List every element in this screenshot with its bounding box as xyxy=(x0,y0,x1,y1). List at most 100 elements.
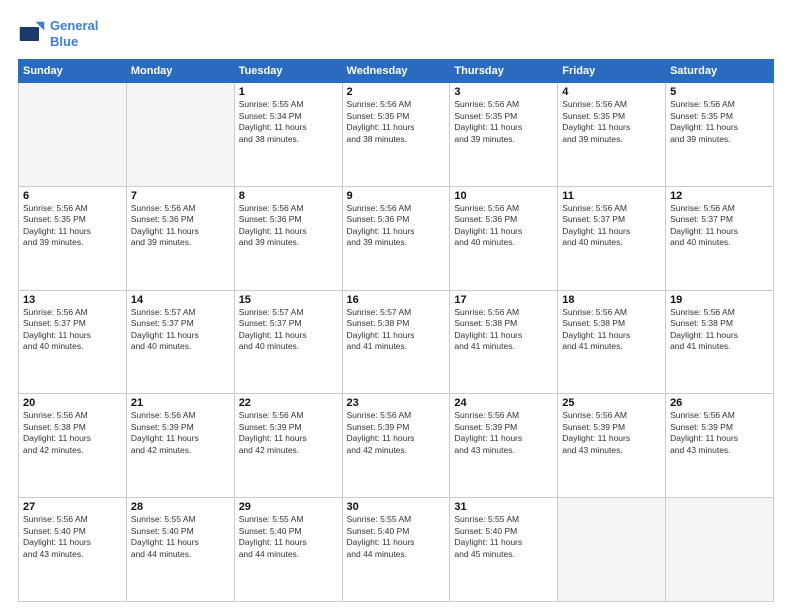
day-info: Sunrise: 5:55 AM Sunset: 5:40 PM Dayligh… xyxy=(239,514,338,560)
calendar-cell: 4Sunrise: 5:56 AM Sunset: 5:35 PM Daylig… xyxy=(558,83,666,187)
day-info: Sunrise: 5:56 AM Sunset: 5:39 PM Dayligh… xyxy=(562,410,661,456)
calendar-cell: 11Sunrise: 5:56 AM Sunset: 5:37 PM Dayli… xyxy=(558,186,666,290)
day-number: 16 xyxy=(347,294,446,306)
calendar-cell: 25Sunrise: 5:56 AM Sunset: 5:39 PM Dayli… xyxy=(558,394,666,498)
calendar-cell: 8Sunrise: 5:56 AM Sunset: 5:36 PM Daylig… xyxy=(234,186,342,290)
day-number: 10 xyxy=(454,190,553,202)
calendar-cell: 16Sunrise: 5:57 AM Sunset: 5:38 PM Dayli… xyxy=(342,290,450,394)
day-info: Sunrise: 5:57 AM Sunset: 5:38 PM Dayligh… xyxy=(347,307,446,353)
day-header-thursday: Thursday xyxy=(450,60,558,83)
day-number: 9 xyxy=(347,190,446,202)
day-info: Sunrise: 5:56 AM Sunset: 5:38 PM Dayligh… xyxy=(670,307,769,353)
calendar-cell: 10Sunrise: 5:56 AM Sunset: 5:36 PM Dayli… xyxy=(450,186,558,290)
day-info: Sunrise: 5:55 AM Sunset: 5:40 PM Dayligh… xyxy=(131,514,230,560)
calendar-cell: 14Sunrise: 5:57 AM Sunset: 5:37 PM Dayli… xyxy=(126,290,234,394)
calendar-cell: 6Sunrise: 5:56 AM Sunset: 5:35 PM Daylig… xyxy=(19,186,127,290)
calendar-cell: 27Sunrise: 5:56 AM Sunset: 5:40 PM Dayli… xyxy=(19,498,127,602)
day-number: 29 xyxy=(239,501,338,513)
day-number: 17 xyxy=(454,294,553,306)
day-number: 3 xyxy=(454,86,553,98)
day-info: Sunrise: 5:56 AM Sunset: 5:37 PM Dayligh… xyxy=(562,203,661,249)
day-number: 8 xyxy=(239,190,338,202)
day-info: Sunrise: 5:56 AM Sunset: 5:36 PM Dayligh… xyxy=(131,203,230,249)
day-info: Sunrise: 5:56 AM Sunset: 5:35 PM Dayligh… xyxy=(347,99,446,145)
calendar-cell: 3Sunrise: 5:56 AM Sunset: 5:35 PM Daylig… xyxy=(450,83,558,187)
day-header-sunday: Sunday xyxy=(19,60,127,83)
day-info: Sunrise: 5:56 AM Sunset: 5:38 PM Dayligh… xyxy=(454,307,553,353)
day-number: 2 xyxy=(347,86,446,98)
week-row-2: 6Sunrise: 5:56 AM Sunset: 5:35 PM Daylig… xyxy=(19,186,774,290)
week-row-4: 20Sunrise: 5:56 AM Sunset: 5:38 PM Dayli… xyxy=(19,394,774,498)
day-number: 30 xyxy=(347,501,446,513)
day-number: 24 xyxy=(454,397,553,409)
calendar-cell: 31Sunrise: 5:55 AM Sunset: 5:40 PM Dayli… xyxy=(450,498,558,602)
day-info: Sunrise: 5:56 AM Sunset: 5:39 PM Dayligh… xyxy=(670,410,769,456)
day-number: 21 xyxy=(131,397,230,409)
day-number: 26 xyxy=(670,397,769,409)
calendar-cell: 30Sunrise: 5:55 AM Sunset: 5:40 PM Dayli… xyxy=(342,498,450,602)
day-number: 20 xyxy=(23,397,122,409)
calendar-cell: 17Sunrise: 5:56 AM Sunset: 5:38 PM Dayli… xyxy=(450,290,558,394)
day-number: 7 xyxy=(131,190,230,202)
day-header-monday: Monday xyxy=(126,60,234,83)
calendar-cell: 15Sunrise: 5:57 AM Sunset: 5:37 PM Dayli… xyxy=(234,290,342,394)
page: General Blue SundayMondayTuesdayWednesda… xyxy=(0,0,792,612)
day-info: Sunrise: 5:56 AM Sunset: 5:39 PM Dayligh… xyxy=(454,410,553,456)
week-row-3: 13Sunrise: 5:56 AM Sunset: 5:37 PM Dayli… xyxy=(19,290,774,394)
day-info: Sunrise: 5:56 AM Sunset: 5:40 PM Dayligh… xyxy=(23,514,122,560)
day-header-tuesday: Tuesday xyxy=(234,60,342,83)
day-header-friday: Friday xyxy=(558,60,666,83)
calendar-cell: 2Sunrise: 5:56 AM Sunset: 5:35 PM Daylig… xyxy=(342,83,450,187)
day-info: Sunrise: 5:56 AM Sunset: 5:37 PM Dayligh… xyxy=(670,203,769,249)
day-info: Sunrise: 5:57 AM Sunset: 5:37 PM Dayligh… xyxy=(131,307,230,353)
day-number: 4 xyxy=(562,86,661,98)
day-info: Sunrise: 5:56 AM Sunset: 5:39 PM Dayligh… xyxy=(347,410,446,456)
day-header-wednesday: Wednesday xyxy=(342,60,450,83)
day-info: Sunrise: 5:57 AM Sunset: 5:37 PM Dayligh… xyxy=(239,307,338,353)
day-number: 23 xyxy=(347,397,446,409)
day-number: 27 xyxy=(23,501,122,513)
calendar-cell xyxy=(19,83,127,187)
day-info: Sunrise: 5:56 AM Sunset: 5:36 PM Dayligh… xyxy=(347,203,446,249)
calendar-cell: 21Sunrise: 5:56 AM Sunset: 5:39 PM Dayli… xyxy=(126,394,234,498)
day-info: Sunrise: 5:56 AM Sunset: 5:35 PM Dayligh… xyxy=(562,99,661,145)
calendar-cell: 9Sunrise: 5:56 AM Sunset: 5:36 PM Daylig… xyxy=(342,186,450,290)
day-info: Sunrise: 5:56 AM Sunset: 5:35 PM Dayligh… xyxy=(670,99,769,145)
day-number: 31 xyxy=(454,501,553,513)
day-number: 18 xyxy=(562,294,661,306)
calendar-cell: 20Sunrise: 5:56 AM Sunset: 5:38 PM Dayli… xyxy=(19,394,127,498)
calendar-cell: 12Sunrise: 5:56 AM Sunset: 5:37 PM Dayli… xyxy=(666,186,774,290)
day-header-saturday: Saturday xyxy=(666,60,774,83)
calendar-header-row: SundayMondayTuesdayWednesdayThursdayFrid… xyxy=(19,60,774,83)
calendar-cell: 7Sunrise: 5:56 AM Sunset: 5:36 PM Daylig… xyxy=(126,186,234,290)
calendar-cell: 13Sunrise: 5:56 AM Sunset: 5:37 PM Dayli… xyxy=(19,290,127,394)
day-info: Sunrise: 5:56 AM Sunset: 5:39 PM Dayligh… xyxy=(239,410,338,456)
day-info: Sunrise: 5:56 AM Sunset: 5:38 PM Dayligh… xyxy=(23,410,122,456)
calendar-cell xyxy=(558,498,666,602)
calendar-cell: 5Sunrise: 5:56 AM Sunset: 5:35 PM Daylig… xyxy=(666,83,774,187)
week-row-1: 1Sunrise: 5:55 AM Sunset: 5:34 PM Daylig… xyxy=(19,83,774,187)
calendar-cell: 24Sunrise: 5:56 AM Sunset: 5:39 PM Dayli… xyxy=(450,394,558,498)
calendar-cell: 1Sunrise: 5:55 AM Sunset: 5:34 PM Daylig… xyxy=(234,83,342,187)
calendar-cell: 29Sunrise: 5:55 AM Sunset: 5:40 PM Dayli… xyxy=(234,498,342,602)
day-info: Sunrise: 5:55 AM Sunset: 5:34 PM Dayligh… xyxy=(239,99,338,145)
day-number: 28 xyxy=(131,501,230,513)
logo-icon xyxy=(18,20,46,48)
day-number: 13 xyxy=(23,294,122,306)
day-number: 22 xyxy=(239,397,338,409)
day-info: Sunrise: 5:56 AM Sunset: 5:37 PM Dayligh… xyxy=(23,307,122,353)
logo-text: General Blue xyxy=(50,18,98,49)
calendar-cell xyxy=(126,83,234,187)
day-info: Sunrise: 5:56 AM Sunset: 5:36 PM Dayligh… xyxy=(239,203,338,249)
calendar-cell: 26Sunrise: 5:56 AM Sunset: 5:39 PM Dayli… xyxy=(666,394,774,498)
day-info: Sunrise: 5:56 AM Sunset: 5:35 PM Dayligh… xyxy=(454,99,553,145)
calendar-cell: 23Sunrise: 5:56 AM Sunset: 5:39 PM Dayli… xyxy=(342,394,450,498)
day-info: Sunrise: 5:56 AM Sunset: 5:35 PM Dayligh… xyxy=(23,203,122,249)
calendar-cell xyxy=(666,498,774,602)
logo: General Blue xyxy=(18,18,98,49)
day-number: 1 xyxy=(239,86,338,98)
day-number: 5 xyxy=(670,86,769,98)
day-number: 11 xyxy=(562,190,661,202)
day-info: Sunrise: 5:55 AM Sunset: 5:40 PM Dayligh… xyxy=(347,514,446,560)
calendar-cell: 28Sunrise: 5:55 AM Sunset: 5:40 PM Dayli… xyxy=(126,498,234,602)
